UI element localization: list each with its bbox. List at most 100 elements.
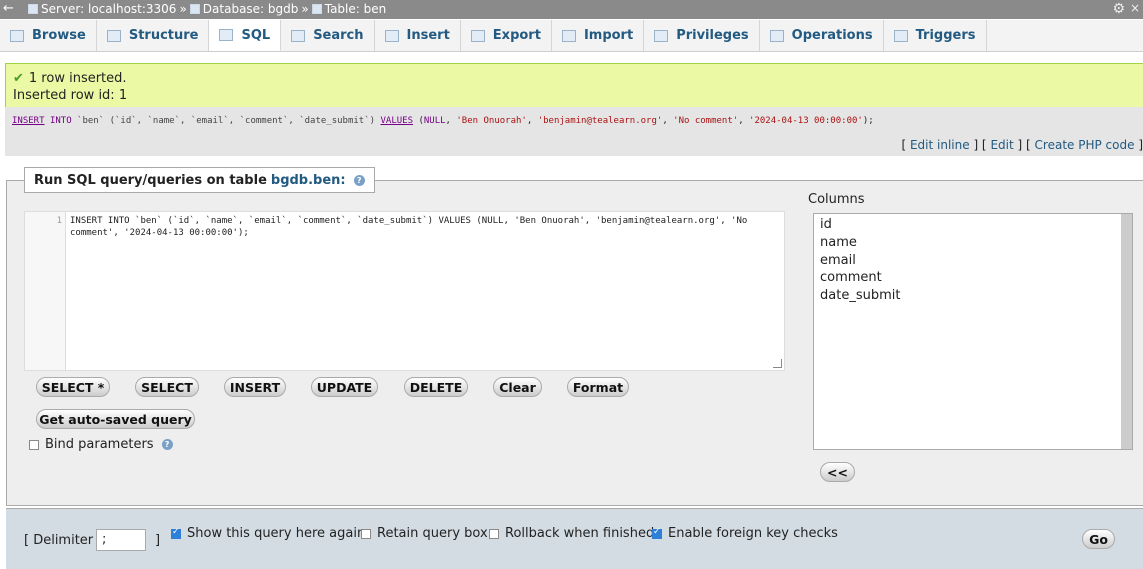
tab-triggers[interactable]: Triggers (884, 20, 987, 51)
triggers-icon (893, 29, 908, 42)
bracket: ] [ (1017, 138, 1031, 152)
legend-text: Run SQL query/queries on table (34, 172, 267, 188)
bracket: [ (901, 138, 907, 152)
sql-editor-content[interactable]: INSERT INTO `ben` (`id`, `name`, `email`… (70, 215, 770, 239)
breadcrumb-separator: » (301, 2, 309, 16)
show-query-checkbox[interactable] (171, 527, 181, 539)
privileges-icon (654, 29, 669, 42)
tab-sql[interactable]: SQL (209, 20, 282, 51)
select-button[interactable]: SELECT (135, 377, 199, 397)
insert-column-button[interactable]: << (820, 462, 855, 482)
tab-operations[interactable]: Operations (760, 20, 884, 51)
database-icon (189, 4, 200, 14)
insert-icon (384, 29, 399, 42)
tab-search[interactable]: Search (281, 20, 375, 51)
clear-button[interactable]: Clear (493, 377, 542, 397)
tab-label: SQL (241, 27, 271, 43)
retain-query-checkbox[interactable] (361, 528, 371, 539)
help-icon[interactable]: ? (161, 439, 173, 450)
tab-label: Search (313, 28, 364, 43)
show-query-label: Show this query here again (187, 526, 366, 541)
update-button[interactable]: UPDATE (311, 377, 378, 397)
foreign-key-option: Enable foreign key checks (652, 526, 838, 541)
columns-list[interactable]: id name email comment date_submit (813, 213, 1133, 450)
select-all-button[interactable]: SELECT * (36, 377, 110, 397)
query-edit-links: [ Edit inline ] [ Edit ] [ Create PHP co… (5, 136, 1143, 156)
delimiter-label-text: [ Delimiter (24, 533, 94, 548)
breadcrumb-table[interactable]: Table: ben (325, 2, 387, 16)
query-box-legend: Run SQL query/queries on table bgdb.ben:… (24, 167, 375, 193)
sql-icon (219, 29, 234, 41)
back-arrow-icon[interactable]: ← (3, 1, 14, 16)
sql-editor[interactable]: 1 INSERT INTO `ben` (`id`, `name`, `emai… (24, 211, 785, 371)
import-icon (561, 29, 576, 42)
bind-parameters-option: Bind parameters ? (29, 437, 173, 452)
tab-label: Operations (791, 28, 873, 43)
line-number: 1 (56, 216, 62, 226)
columns-label: Columns (808, 192, 865, 207)
table-icon (311, 4, 322, 14)
tab-label: Triggers (915, 28, 976, 43)
edit-inline-link[interactable]: Edit inline (910, 138, 970, 152)
tab-label: Import (583, 28, 634, 43)
column-item[interactable]: name (820, 235, 857, 250)
bind-parameters-checkbox[interactable] (29, 439, 39, 450)
delimiter-input[interactable]: ; (96, 529, 146, 551)
scrollbar[interactable] (1121, 214, 1132, 449)
line-number-gutter: 1 (25, 212, 66, 370)
column-item[interactable]: comment (820, 270, 882, 285)
sql-keyword[interactable]: VALUES (381, 116, 414, 126)
delete-button[interactable]: DELETE (404, 377, 468, 397)
retain-query-option: Retain query box (361, 526, 488, 541)
breadcrumb-bar: ← Server: localhost:3306 » Database: bgd… (0, 0, 1143, 19)
code-line: INSERT INTO `ben` (`id`, `name`, `email`… (70, 216, 748, 226)
format-button[interactable]: Format (567, 377, 629, 397)
executed-query: INSERT INTO `ben` (`id`, `name`, `email`… (5, 107, 1143, 136)
export-icon (470, 29, 485, 42)
get-auto-saved-query-button[interactable]: Get auto-saved query (36, 409, 195, 429)
search-icon (291, 29, 306, 42)
tab-privileges[interactable]: Privileges (644, 20, 760, 51)
column-item[interactable]: email (820, 253, 856, 268)
create-php-code-link[interactable]: Create PHP code (1035, 138, 1135, 152)
insert-button[interactable]: INSERT (224, 377, 286, 397)
sql-value: '2024-04-13 00:00:00' (749, 116, 863, 126)
close-icon[interactable]: × (1130, 1, 1140, 15)
tab-insert[interactable]: Insert (375, 20, 461, 51)
edit-link[interactable]: Edit (990, 138, 1013, 152)
tab-label: Browse (32, 28, 86, 43)
rollback-checkbox[interactable] (489, 528, 499, 539)
tab-label: Privileges (676, 28, 749, 43)
tab-label: Export (492, 28, 541, 43)
column-item[interactable]: id (820, 217, 832, 232)
legend-table-link[interactable]: bgdb.ben: (271, 173, 346, 188)
browse-icon (10, 29, 24, 42)
help-icon[interactable]: ? (353, 174, 365, 186)
sql-null: NULL (423, 116, 446, 126)
tab-import[interactable]: Import (552, 20, 645, 51)
bracket: ] (1138, 138, 1143, 152)
column-item[interactable]: date_submit (820, 288, 900, 303)
foreign-key-checkbox[interactable] (652, 527, 662, 539)
sql-value: 'benjamin@tealearn.org' (537, 116, 663, 126)
breadcrumb-server[interactable]: Server: localhost:3306 (41, 2, 176, 16)
tab-label: Structure (128, 28, 199, 43)
sql-keyword[interactable]: INSERT (12, 116, 45, 126)
go-button[interactable]: Go (1082, 529, 1115, 549)
rollback-label: Rollback when finished (505, 526, 655, 541)
breadcrumb: Server: localhost:3306 » Database: bgdb … (28, 2, 386, 16)
gear-icon[interactable]: ⚙ (1112, 1, 1125, 17)
tab-structure[interactable]: Structure (97, 20, 210, 51)
tab-export[interactable]: Export (461, 20, 552, 51)
tab-browse[interactable]: Browse (0, 20, 97, 51)
sql-value: 'Ben Onuorah' (456, 116, 527, 126)
server-icon (28, 4, 38, 14)
operations-icon (769, 29, 784, 42)
checkmark-icon: ✔ (13, 71, 24, 86)
tab-label: Insert (406, 28, 450, 43)
breadcrumb-database[interactable]: Database: bgdb (203, 2, 299, 16)
code-line: comment', '2024-04-13 00:00:00'); (70, 228, 249, 238)
tab-bar: Browse Structure SQL Search Insert Expor… (0, 20, 1143, 52)
resize-handle[interactable] (773, 359, 782, 368)
structure-icon (106, 29, 121, 42)
